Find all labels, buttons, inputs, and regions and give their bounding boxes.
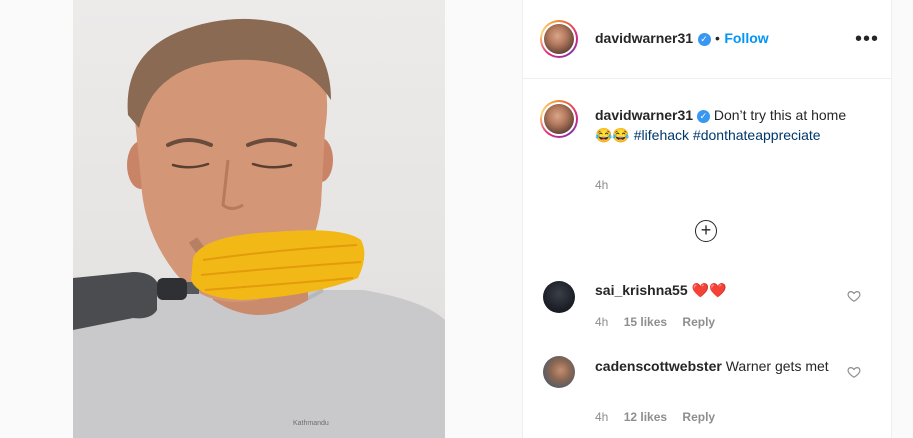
caption-author-avatar[interactable]	[540, 100, 578, 138]
separator-dot: •	[714, 30, 720, 46]
post-caption: davidwarner31 ✓ Don’t try this at home 😂…	[595, 106, 865, 145]
comment-username[interactable]: sai_krishna55	[595, 282, 688, 298]
comment-timestamp[interactable]: 4h	[595, 315, 608, 329]
photo-illustration: Kathmandu	[73, 18, 445, 438]
post-photo[interactable]: Kathmandu	[73, 0, 445, 438]
reply-button[interactable]: Reply	[682, 315, 715, 329]
post-details-panel: davidwarner31 ✓ • Follow ••• davidwarner…	[522, 0, 892, 438]
verified-badge-icon: ✓	[696, 110, 710, 123]
author-avatar[interactable]	[540, 20, 578, 58]
svg-text:Kathmandu: Kathmandu	[293, 420, 329, 427]
comment-1-meta: 4h 15 likes Reply	[595, 315, 727, 329]
header-author-row: davidwarner31 ✓ • Follow	[595, 30, 769, 48]
comment-emojis: ❤️❤️	[691, 282, 727, 298]
caption-text: Don’t try this at home	[713, 107, 847, 123]
hashtag-donthateappreciate[interactable]: #donthateappreciate	[693, 127, 821, 143]
comment-likes[interactable]: 12 likes	[624, 410, 667, 424]
author-username[interactable]: davidwarner31	[595, 30, 693, 46]
comment-username[interactable]: cadenscottwebster	[595, 358, 722, 374]
heart-outline-icon[interactable]	[847, 365, 861, 379]
caption-timestamp[interactable]: 4h	[595, 178, 608, 192]
comment-avatar[interactable]	[543, 281, 575, 313]
comment-likes[interactable]: 15 likes	[624, 315, 667, 329]
comment-text: Warner gets met	[725, 358, 829, 374]
comment-2: cadenscottwebster Warner gets met	[595, 357, 835, 377]
caption-author-username[interactable]: davidwarner31	[595, 107, 693, 123]
post-header: davidwarner31 ✓ • Follow •••	[523, 0, 891, 79]
follow-button[interactable]: Follow	[724, 30, 768, 46]
comment-timestamp[interactable]: 4h	[595, 410, 608, 424]
reply-button[interactable]: Reply	[682, 410, 715, 424]
comment-1: sai_krishna55 ❤️❤️	[595, 281, 835, 301]
plus-circle-icon[interactable]: +	[695, 220, 717, 242]
verified-badge-icon: ✓	[697, 33, 711, 46]
heart-outline-icon[interactable]	[847, 289, 861, 303]
hashtag-lifehack[interactable]: #lifehack	[634, 127, 689, 143]
comment-avatar[interactable]	[543, 356, 575, 388]
caption-emojis: 😂😂	[595, 126, 630, 143]
ellipsis-horizontal-icon[interactable]: •••	[855, 28, 879, 51]
comment-2-meta: 4h 12 likes Reply	[595, 410, 727, 424]
